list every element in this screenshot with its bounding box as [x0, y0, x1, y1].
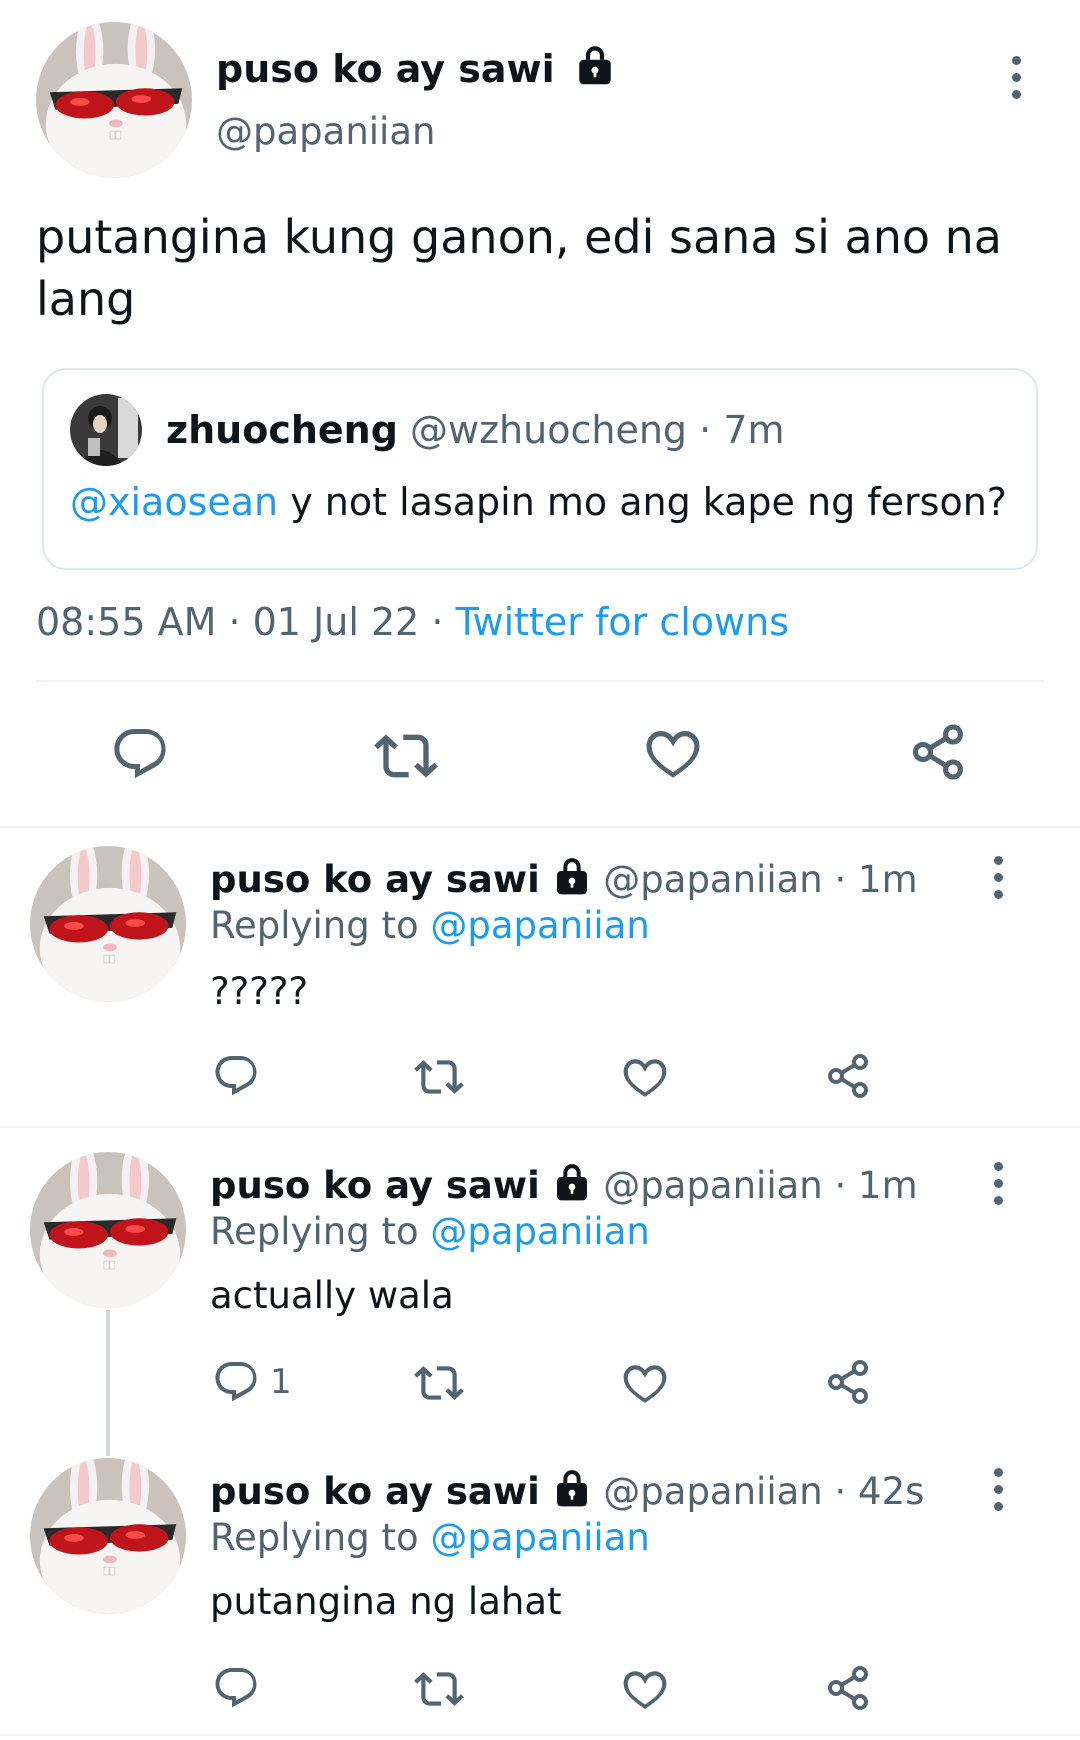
retweet-button[interactable] [414, 1052, 464, 1102]
share-icon [824, 1358, 872, 1406]
quoted-author-name[interactable]: zhuocheng [166, 408, 398, 452]
quoted-mention-link[interactable]: @xiaosean [70, 480, 278, 524]
quoted-avatar [70, 394, 142, 466]
reply-text: actually wala [210, 1274, 454, 1317]
share-icon [824, 1664, 872, 1712]
share-button[interactable] [824, 1664, 872, 1712]
reply-author-handle[interactable]: @papaniian [603, 1470, 822, 1513]
share-icon [824, 1052, 872, 1100]
reply-button[interactable] [110, 724, 170, 784]
quoted-header: zhuocheng @wzhuocheng · 7m [166, 408, 785, 452]
tweet-source-link[interactable]: Twitter for clowns [456, 600, 789, 644]
replying-to-link[interactable]: @papaniian [430, 904, 649, 947]
replying-to: Replying to @papaniian [210, 1516, 650, 1559]
heart-icon [620, 1358, 670, 1408]
replying-to-link[interactable]: @papaniian [430, 1516, 649, 1559]
quoted-author-handle[interactable]: @wzhuocheng [410, 408, 687, 452]
share-button[interactable] [824, 1358, 872, 1406]
author-name-row[interactable]: puso ko ay sawi [216, 44, 616, 91]
reply-separator: · [822, 1470, 859, 1513]
like-button[interactable] [620, 1358, 670, 1408]
more-vertical-icon[interactable] [992, 856, 1004, 899]
reply-button[interactable]: 1 [212, 1358, 292, 1406]
bunny-avatar-image [30, 1458, 186, 1614]
retweet-icon [414, 1052, 464, 1102]
author-handle[interactable]: @papaniian [216, 110, 435, 153]
lock-icon [574, 44, 616, 86]
reply-icon [110, 724, 170, 784]
retweet-button[interactable] [374, 724, 438, 788]
reply-time: 1m [858, 858, 918, 901]
heart-icon [642, 722, 704, 784]
tweet-meta: 08:55 AM · 01 Jul 22 · Twitter for clown… [36, 600, 789, 644]
avatar[interactable] [30, 846, 186, 1002]
lock-icon [552, 856, 592, 896]
section-divider [0, 826, 1080, 828]
quoted-text: @xiaosean y not lasapin mo ang kape ng f… [70, 480, 1007, 524]
like-button[interactable] [642, 722, 704, 784]
quoted-body: y not lasapin mo ang kape ng ferson? [278, 480, 1007, 524]
thread-line [106, 1310, 110, 1456]
more-vertical-icon[interactable] [992, 1162, 1004, 1205]
heart-icon [620, 1664, 670, 1714]
reply-button[interactable] [212, 1052, 270, 1100]
share-icon [908, 722, 968, 782]
replying-to: Replying to @papaniian [210, 904, 650, 947]
lock-icon [552, 1162, 592, 1202]
replying-to-link[interactable]: @papaniian [430, 1210, 649, 1253]
reply-icon [212, 1052, 260, 1100]
bunny-avatar-image [36, 22, 192, 178]
reply-time: 1m [858, 1164, 918, 1207]
reply-author-handle[interactable]: @papaniian [603, 1164, 822, 1207]
retweet-icon [374, 724, 438, 788]
share-button[interactable] [824, 1052, 872, 1100]
quoted-tweet[interactable]: zhuocheng @wzhuocheng · 7m @xiaosean y n… [42, 368, 1038, 570]
like-button[interactable] [620, 1052, 670, 1102]
section-divider [0, 1126, 1080, 1128]
avatar[interactable] [30, 1152, 186, 1308]
meta-divider [36, 680, 1044, 682]
reply-header: puso ko ay sawi @papaniian · 42s [210, 1468, 924, 1513]
reply-header: puso ko ay sawi @papaniian · 1m [210, 856, 918, 901]
retweet-button[interactable] [414, 1664, 464, 1714]
replying-to-prefix: Replying to [210, 1516, 431, 1559]
avatar[interactable] [30, 1458, 186, 1614]
reply-author-name[interactable]: puso ko ay sawi [210, 1164, 540, 1207]
reply-separator: · [822, 1164, 859, 1207]
quoted-time: 7m [723, 408, 785, 452]
tweet-timestamp[interactable]: 08:55 AM · 01 Jul 22 · [36, 600, 456, 644]
section-divider [0, 1734, 1080, 1736]
replying-to: Replying to @papaniian [210, 1210, 650, 1253]
author-name[interactable]: puso ko ay sawi [216, 47, 555, 91]
reply-icon [212, 1358, 260, 1406]
quoted-separator: · [699, 408, 712, 452]
bunny-avatar-image [30, 1152, 186, 1308]
reply-text: putangina ng lahat [210, 1580, 562, 1623]
quoted-avatar-image [70, 394, 142, 466]
lock-icon [552, 1468, 592, 1508]
reply-time: 42s [858, 1470, 925, 1513]
reply-author-name[interactable]: puso ko ay sawi [210, 1470, 540, 1513]
more-vertical-icon[interactable] [1010, 56, 1022, 99]
reply-separator: · [822, 858, 859, 901]
reply-icon [212, 1664, 260, 1712]
retweet-icon [414, 1358, 464, 1408]
replying-to-prefix: Replying to [210, 1210, 431, 1253]
tweet-text: putangina kung ganon, edi sana si ano na… [36, 210, 1002, 326]
reply-text: ????? [210, 970, 309, 1013]
retweet-button[interactable] [414, 1358, 464, 1408]
avatar[interactable] [36, 22, 192, 178]
bunny-avatar-image [30, 846, 186, 1002]
reply-count: 1 [270, 1362, 292, 1402]
reply-author-name[interactable]: puso ko ay sawi [210, 858, 540, 901]
more-vertical-icon[interactable] [992, 1468, 1004, 1511]
share-button[interactable] [908, 722, 968, 782]
replying-to-prefix: Replying to [210, 904, 431, 947]
like-button[interactable] [620, 1664, 670, 1714]
heart-icon [620, 1052, 670, 1102]
reply-button[interactable] [212, 1664, 270, 1712]
retweet-icon [414, 1664, 464, 1714]
reply-header: puso ko ay sawi @papaniian · 1m [210, 1162, 918, 1207]
reply-author-handle[interactable]: @papaniian [603, 858, 822, 901]
